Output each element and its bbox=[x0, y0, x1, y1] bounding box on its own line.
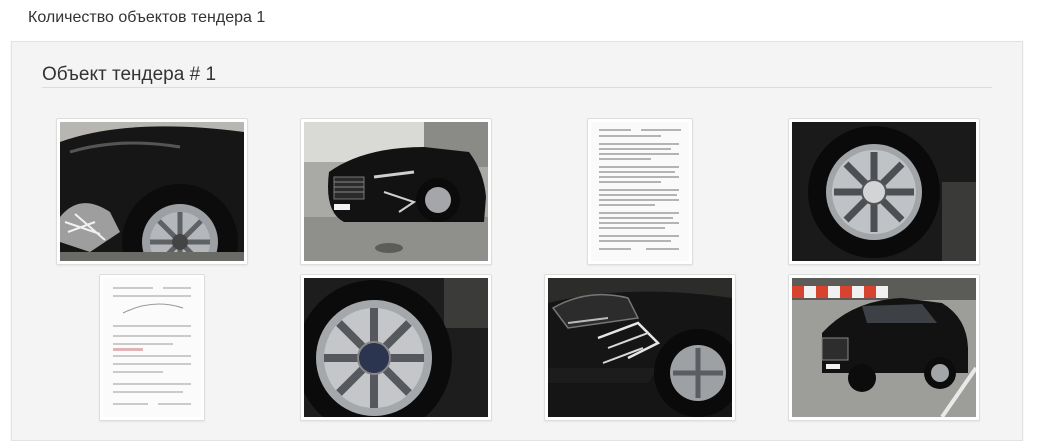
wheel-closeup-photo bbox=[792, 122, 976, 261]
car-parking-view-photo bbox=[792, 278, 976, 417]
damaged-front-wheel-photo bbox=[60, 122, 244, 261]
tender-objects-count: Количество объектов тендера 1 bbox=[28, 9, 266, 26]
panel-title: Объект тендера # 1 bbox=[42, 64, 217, 85]
wheel-closeup-photo-2 bbox=[304, 278, 488, 417]
photo-thumbnail-3[interactable] bbox=[587, 118, 693, 265]
photo-thumbnail-8[interactable] bbox=[788, 274, 980, 421]
photo-gallery bbox=[12, 118, 1024, 438]
photo-thumbnail-6[interactable] bbox=[300, 274, 492, 421]
photo-thumbnail-1[interactable] bbox=[56, 118, 248, 265]
title-divider bbox=[42, 87, 992, 88]
document-scan-2 bbox=[103, 278, 201, 417]
document-scan-1 bbox=[591, 122, 689, 261]
photo-thumbnail-7[interactable] bbox=[544, 274, 736, 421]
tender-object-panel: Объект тендера # 1 bbox=[11, 41, 1023, 441]
damaged-bumper-photo bbox=[548, 278, 732, 417]
car-front-view-photo bbox=[304, 122, 488, 261]
photo-thumbnail-2[interactable] bbox=[300, 118, 492, 265]
photo-thumbnail-4[interactable] bbox=[788, 118, 980, 265]
photo-thumbnail-5[interactable] bbox=[99, 274, 205, 421]
